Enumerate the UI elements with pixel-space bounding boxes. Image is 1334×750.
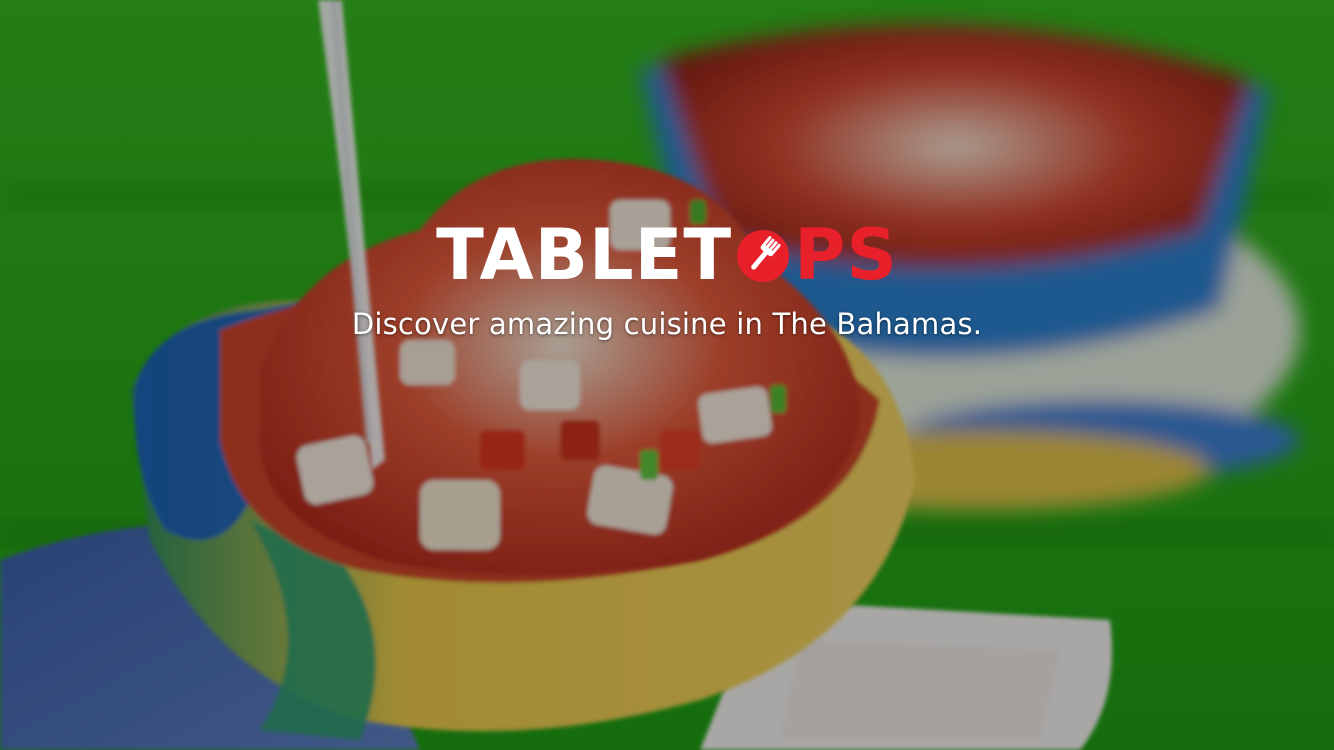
logo-text-ps: PS — [794, 214, 898, 296]
tagline: Discover amazing cuisine in The Bahamas. — [351, 307, 983, 341]
tabletops-logo: TABLET PS — [436, 215, 898, 295]
logo-text-red: PS — [732, 220, 898, 290]
logo-text-white: TABLET — [436, 214, 733, 296]
splash-content: TABLET PS Discover amazing cuisine in Th… — [0, 215, 1334, 341]
fork-in-circle-icon — [734, 226, 792, 284]
background-dim-overlay — [0, 0, 1334, 750]
splash-screen: TABLET PS Discover amazing cuisine in Th… — [0, 0, 1334, 750]
